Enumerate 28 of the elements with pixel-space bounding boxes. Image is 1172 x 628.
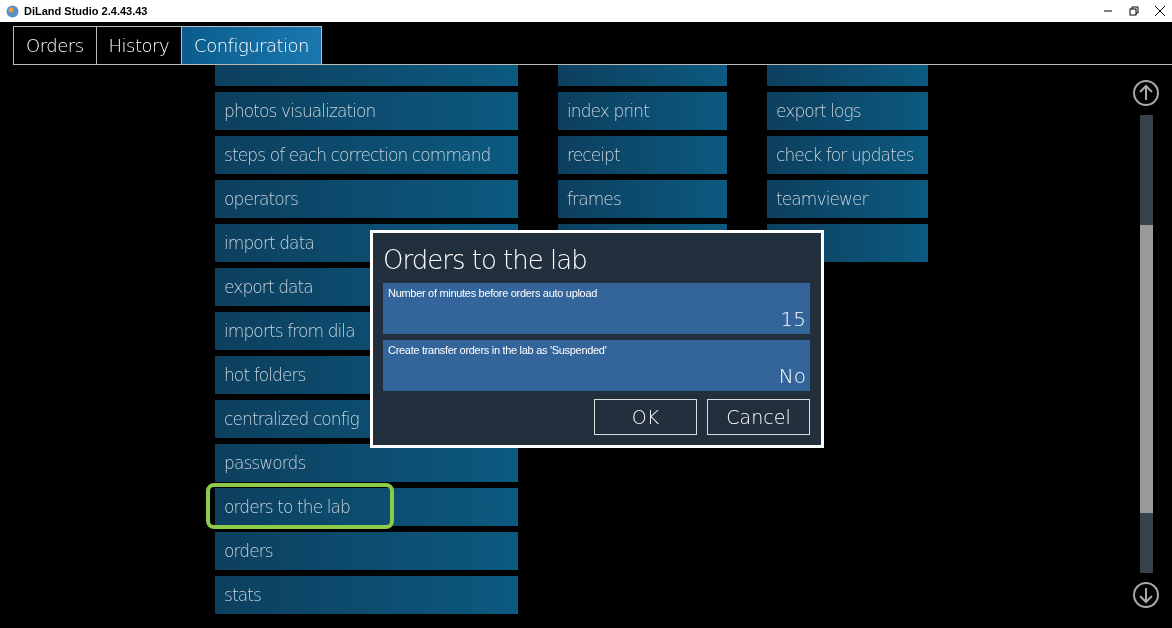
config-tile[interactable]: orders to the lab [215, 488, 518, 526]
window-title: DiLand Studio 2.4.43.43 [24, 5, 148, 17]
config-tile[interactable]: stats [215, 576, 518, 614]
app-logo-icon [6, 4, 19, 18]
config-tile[interactable]: photos visualization [215, 92, 518, 130]
tab[interactable]: Orders [13, 26, 97, 64]
scroll-up-icon[interactable] [1132, 79, 1160, 107]
cancel-button[interactable]: Cancel [707, 399, 810, 435]
config-tile[interactable]: index print [558, 92, 727, 130]
field-value: 15 [780, 307, 806, 331]
tab[interactable]: Configuration [181, 26, 323, 64]
field-value: No [778, 364, 806, 388]
config-tile[interactable]: check for updates [767, 136, 928, 174]
setting-field[interactable]: Create transfer orders in the lab as 'Suspended' No [383, 340, 810, 391]
setting-field[interactable]: Number of minutes before orders auto upload 15 [383, 283, 810, 334]
restore-icon[interactable] [1128, 5, 1140, 17]
config-tile[interactable]: receipt [558, 136, 727, 174]
ok-button[interactable]: OK [594, 399, 697, 435]
config-tile[interactable]: export logs [767, 92, 928, 130]
config-tile[interactable]: steps of each correction command [215, 136, 518, 174]
close-icon[interactable] [1154, 5, 1166, 17]
config-tile[interactable]: passwords [215, 444, 518, 482]
scroll-down-icon[interactable] [1132, 581, 1160, 609]
config-tile[interactable]: frames [558, 180, 727, 218]
config-tile[interactable]: teamviewer [767, 180, 928, 218]
config-tile[interactable]: operators [215, 180, 518, 218]
config-tile[interactable]: orders [215, 532, 518, 570]
scrollbar-thumb[interactable] [1139, 225, 1153, 513]
